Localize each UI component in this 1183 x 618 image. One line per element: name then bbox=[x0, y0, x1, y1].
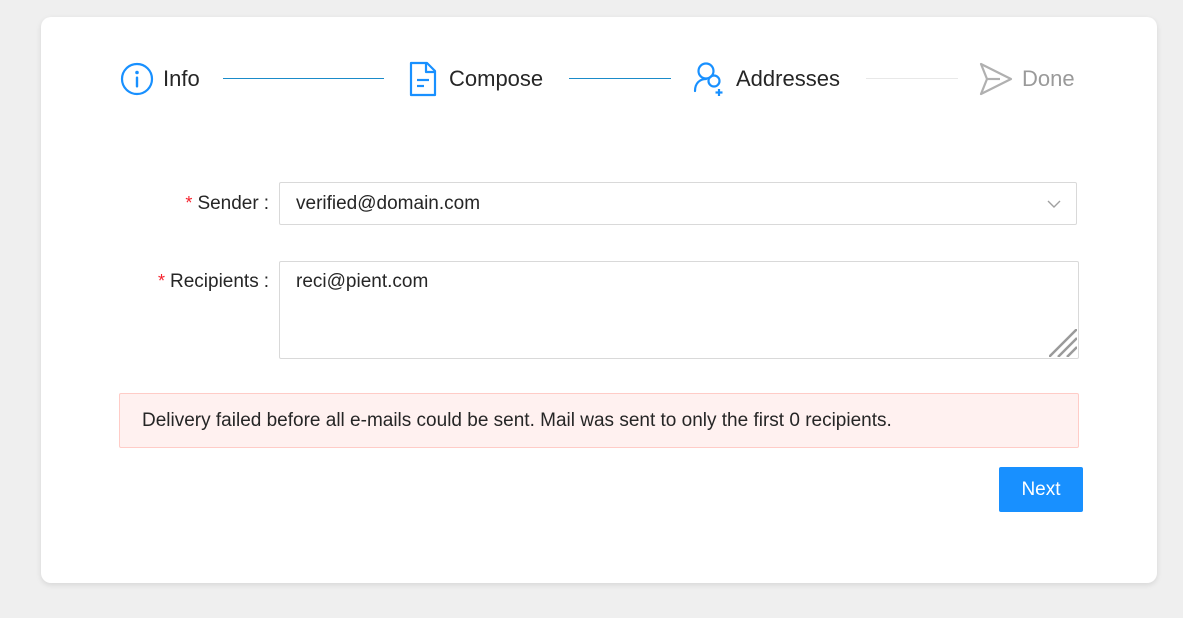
user-add-icon bbox=[692, 61, 728, 97]
resize-handle-icon[interactable] bbox=[1048, 328, 1078, 358]
required-mark: * bbox=[185, 193, 193, 213]
step-connector bbox=[866, 78, 958, 79]
file-text-icon bbox=[405, 61, 441, 97]
sender-select[interactable]: verified@domain.com bbox=[279, 182, 1077, 225]
sender-label: * Sender: bbox=[185, 193, 269, 214]
step-connector bbox=[569, 78, 671, 79]
step-compose[interactable]: Compose bbox=[405, 59, 543, 99]
step-done-label: Done bbox=[1022, 66, 1075, 91]
chevron-down-icon bbox=[1046, 196, 1062, 212]
step-info[interactable]: Info bbox=[119, 59, 200, 99]
step-addresses[interactable]: Addresses bbox=[692, 59, 840, 99]
next-button[interactable]: Next bbox=[999, 467, 1083, 512]
recipients-textarea[interactable]: reci@pient.com bbox=[279, 261, 1079, 359]
sender-label-text: Sender bbox=[197, 193, 259, 214]
info-circle-icon bbox=[119, 61, 155, 97]
step-info-label: Info bbox=[163, 66, 200, 91]
step-done[interactable]: Done bbox=[978, 59, 1075, 99]
step-addresses-label: Addresses bbox=[736, 66, 840, 91]
sender-select-value: verified@domain.com bbox=[296, 192, 481, 214]
error-alert-message: Delivery failed before all e-mails could… bbox=[142, 409, 892, 431]
step-compose-label: Compose bbox=[449, 66, 544, 91]
error-alert: Delivery failed before all e-mails could… bbox=[119, 393, 1079, 448]
required-mark: * bbox=[157, 271, 165, 291]
step-connector bbox=[223, 78, 384, 79]
send-icon bbox=[978, 61, 1014, 97]
recipients-label: * Recipients: bbox=[157, 271, 269, 292]
wizard-card: Info Compose Addresses Done * Sender: v… bbox=[41, 17, 1157, 583]
recipients-label-text: Recipients bbox=[170, 271, 259, 292]
